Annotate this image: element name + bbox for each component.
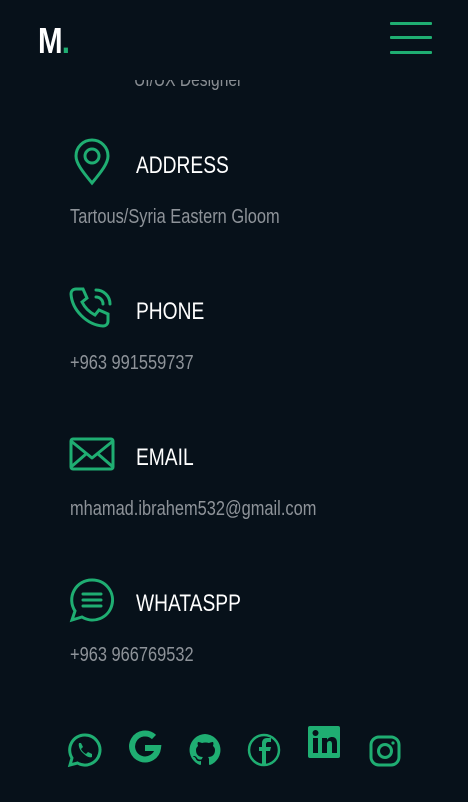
- contact-title: PHONE: [136, 298, 205, 325]
- location-pin-icon: [68, 138, 116, 186]
- contact-title: EMAIL: [136, 444, 194, 471]
- logo-dot: .: [61, 20, 70, 61]
- hamburger-menu-icon[interactable]: [390, 22, 432, 54]
- chat-bubble-icon: [68, 576, 116, 624]
- social-links: [0, 720, 468, 780]
- facebook-icon[interactable]: [246, 732, 282, 768]
- google-icon[interactable]: [126, 728, 162, 764]
- email-icon: [68, 432, 116, 480]
- contact-title: WHATASPP: [136, 590, 241, 617]
- top-bar: M.: [0, 0, 468, 80]
- contact-value: +963 966769532: [70, 644, 194, 666]
- contact-value: Tartous/Syria Eastern Gloom: [70, 206, 280, 228]
- whatsapp-icon[interactable]: [67, 732, 103, 768]
- instagram-icon[interactable]: [367, 733, 403, 769]
- logo[interactable]: M.: [38, 20, 70, 62]
- linkedin-icon[interactable]: [306, 724, 342, 760]
- contact-value: mhamad.ibrahem532@gmail.com: [70, 498, 317, 520]
- github-icon[interactable]: [187, 732, 223, 768]
- contact-title: ADDRESS: [136, 152, 229, 179]
- logo-letter: M: [38, 20, 63, 61]
- phone-icon: [68, 284, 116, 332]
- contact-value: +963 991559737: [70, 352, 194, 374]
